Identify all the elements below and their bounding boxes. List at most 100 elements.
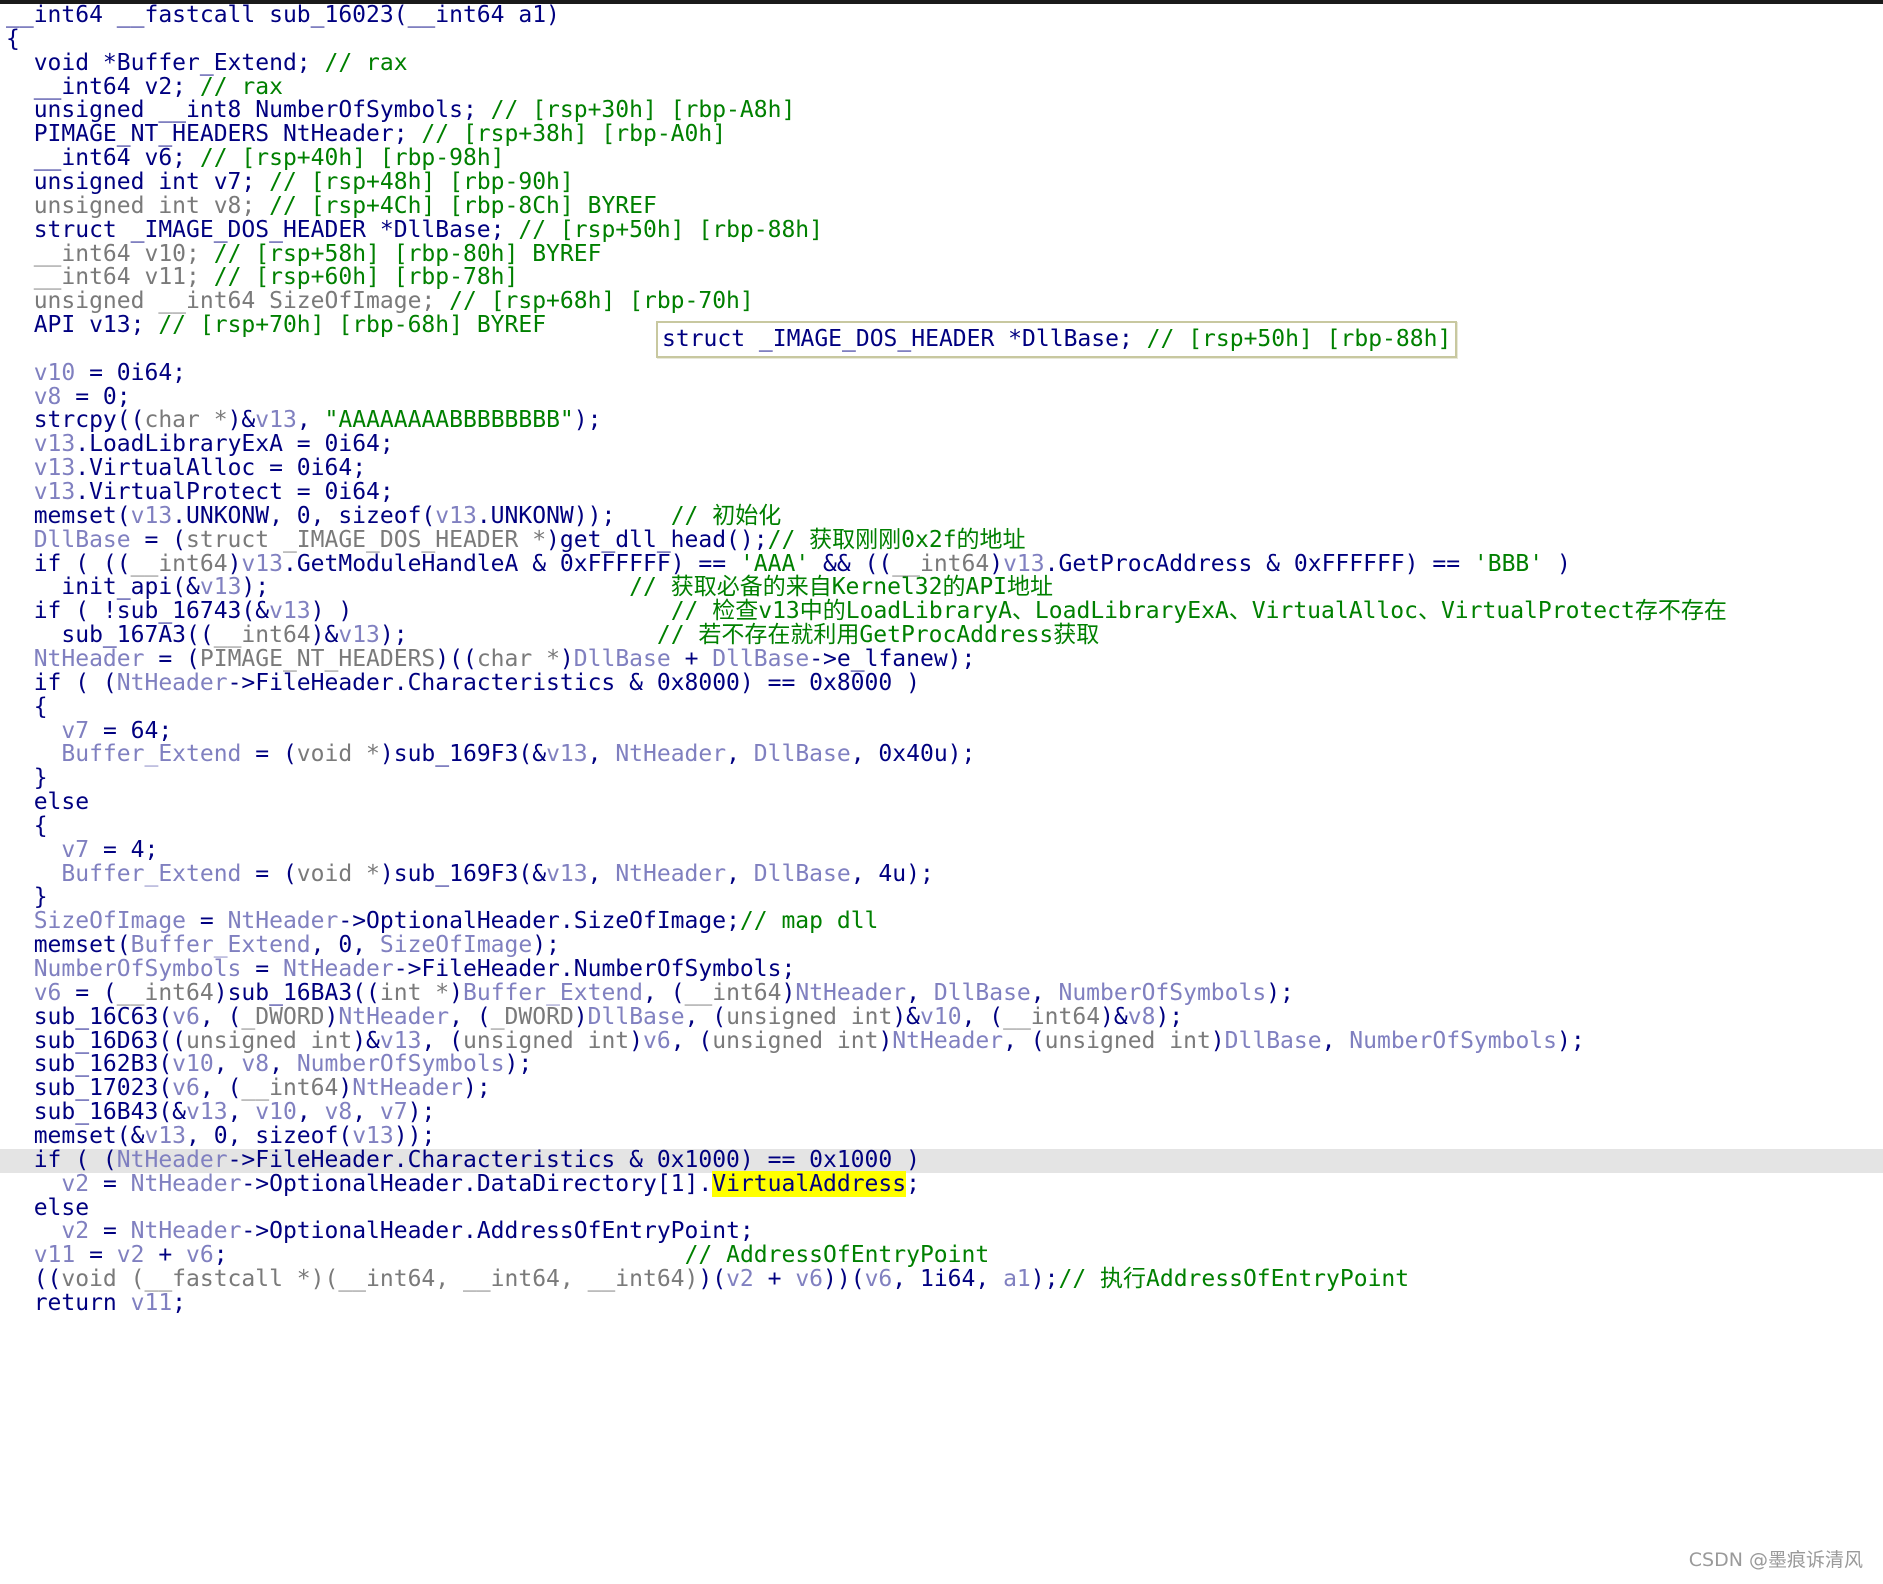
code-token[interactable]: unsigned int xyxy=(726,1004,892,1030)
code-token[interactable]: v8 xyxy=(241,1051,269,1077)
code-token[interactable]: if ( !sub_16743(& xyxy=(6,598,269,624)
code-token[interactable]: NtHeader xyxy=(615,861,726,887)
code-token[interactable]: = 64; xyxy=(89,718,172,744)
code-line[interactable]: } xyxy=(0,886,1883,910)
code-token[interactable]: SizeOfImage xyxy=(380,932,532,958)
code-token[interactable]: a1 xyxy=(1003,1266,1031,1292)
code-line[interactable]: init_api(&v13); // 获取必备的来自Kernel32的API地址 xyxy=(0,574,1883,600)
code-token[interactable]: DllBase xyxy=(1225,1028,1322,1054)
code-token[interactable]: unsigned __int8 NumberOfSymbols; xyxy=(6,97,491,123)
code-token[interactable]: __int64 xyxy=(131,551,228,577)
code-line[interactable]: Buffer_Extend = (void *)sub_169F3(&v13 , … xyxy=(0,861,1883,887)
code-token[interactable]: v6 xyxy=(172,1004,200,1030)
code-token[interactable]: = 4; xyxy=(89,837,158,863)
code-token[interactable]: v13 xyxy=(380,1028,422,1054)
code-token[interactable]: , xyxy=(726,741,754,767)
code-token[interactable]: // rax xyxy=(200,74,283,100)
code-line[interactable]: v7 = 64; xyxy=(0,718,1883,744)
code-token[interactable]: , ( xyxy=(449,1004,491,1030)
code-token[interactable]: NumberOfSymbols xyxy=(6,956,242,982)
code-token[interactable]: __int64 xyxy=(685,980,782,1006)
code-token[interactable]: ); xyxy=(241,574,629,600)
code-token[interactable]: PIMAGE_NT_HEADERS NtHeader; xyxy=(6,121,421,147)
code-token[interactable]: , ( xyxy=(421,1028,463,1054)
code-token[interactable]: = xyxy=(89,1171,131,1197)
code-token[interactable]: )& xyxy=(311,622,339,648)
code-token[interactable]: // AddressOfEntryPoint xyxy=(685,1242,990,1268)
code-token[interactable]: )& xyxy=(1100,1004,1128,1030)
code-token[interactable]: , xyxy=(1322,1028,1350,1054)
code-token[interactable]: unsigned int v8; xyxy=(6,193,269,219)
code-token[interactable]: , 0x40u); xyxy=(851,741,976,767)
code-line[interactable]: ((void (__fastcall *)(__int64, __int64, … xyxy=(0,1266,1883,1292)
code-token[interactable]: unsigned int xyxy=(1045,1028,1211,1054)
code-token[interactable]: // 检查v13中的LoadLibraryA、LoadLibraryExA、Vi… xyxy=(671,598,1727,624)
code-token[interactable]: v7 xyxy=(6,837,89,863)
code-token[interactable]: ); xyxy=(408,1099,436,1125)
code-token[interactable]: NtHeader xyxy=(131,1171,242,1197)
code-token[interactable]: DllBase xyxy=(6,527,131,553)
code-token[interactable]: v8 xyxy=(6,384,62,410)
code-token[interactable]: , xyxy=(214,1051,242,1077)
code-token[interactable]: v2 xyxy=(6,1171,89,1197)
code-token[interactable]: v10 xyxy=(172,1051,214,1077)
code-token[interactable]: DllBase xyxy=(934,980,1031,1006)
code-token[interactable]: , xyxy=(297,407,325,433)
code-token[interactable]: , ( xyxy=(685,1004,727,1030)
code-token[interactable]: unsigned int xyxy=(712,1028,878,1054)
code-token[interactable]: DllBase xyxy=(588,1004,685,1030)
code-token[interactable]: , xyxy=(352,1099,380,1125)
code-line[interactable]: sub_167A3((__int64)&v13); // 若不存在就利用GetP… xyxy=(0,622,1883,648)
code-token[interactable]: v2 xyxy=(117,1242,145,1268)
code-token[interactable]: , xyxy=(1031,980,1059,1006)
code-token[interactable]: NtHeader xyxy=(892,1028,1003,1054)
code-token[interactable]: VirtualAddress xyxy=(712,1170,907,1197)
code-token[interactable]: ) xyxy=(449,980,463,1006)
code-token[interactable]: , xyxy=(269,1051,297,1077)
code-token[interactable]: Buffer_Extend xyxy=(463,980,643,1006)
code-token[interactable]: v2 xyxy=(726,1266,754,1292)
code-token[interactable]: NtHeader xyxy=(117,670,228,696)
code-token[interactable]: 'BBB' xyxy=(1474,551,1543,577)
code-token[interactable]: , ( xyxy=(643,980,685,1006)
code-token[interactable]: NtHeader xyxy=(283,956,394,982)
code-token[interactable]: sub_16C63( xyxy=(6,1004,172,1030)
code-line[interactable]: unsigned int v8; // [rsp+4Ch] [rbp-8Ch] … xyxy=(0,193,1883,219)
code-token[interactable]: ->OptionalHeader.DataDirectory[1]. xyxy=(241,1171,712,1197)
code-line[interactable]: memset(&v13, 0, sizeof(v13)); xyxy=(0,1124,1883,1149)
code-line[interactable]: sub_16B43(&v13, v10, v8, v7); xyxy=(0,1099,1883,1125)
code-token[interactable]: // [rsp+4Ch] [rbp-8Ch] BYREF xyxy=(269,193,657,219)
code-token[interactable]: ); xyxy=(532,932,560,958)
code-token[interactable]: init_api(& xyxy=(6,574,200,600)
code-token[interactable]: sub_17023( xyxy=(6,1075,172,1101)
code-token[interactable]: v13 xyxy=(546,861,588,887)
code-token[interactable]: )get_dll_head(); xyxy=(546,527,768,553)
code-token[interactable]: __int64 xyxy=(214,622,311,648)
code-line[interactable]: __int64 v11; // [rsp+60h] [rbp-78h] xyxy=(0,265,1883,290)
code-line[interactable]: v13.VirtualAlloc = 0i64; xyxy=(0,456,1883,481)
code-token[interactable]: ) xyxy=(228,551,242,577)
code-token[interactable]: = ( xyxy=(144,646,200,672)
code-token[interactable]: .LoadLibraryExA = 0i64; xyxy=(75,431,394,457)
code-token[interactable]: unsigned int v7; xyxy=(6,169,269,195)
code-line[interactable]: v6 = (__int64)sub_16BA3((int *)Buffer_Ex… xyxy=(0,980,1883,1006)
code-line[interactable]: else xyxy=(0,1196,1883,1221)
code-token[interactable]: DllBase xyxy=(754,741,851,767)
code-token[interactable]: , 1i64, xyxy=(892,1266,1003,1292)
code-token[interactable]: PIMAGE_NT_HEADERS xyxy=(200,646,435,672)
code-token[interactable]: sub_167A3(( xyxy=(6,622,213,648)
code-token[interactable]: v10 xyxy=(920,1004,962,1030)
code-token[interactable]: && (( xyxy=(809,551,892,577)
code-token[interactable]: + xyxy=(145,1242,187,1268)
code-token[interactable]: __int64 v2; xyxy=(6,74,200,100)
code-token[interactable]: ; xyxy=(906,1171,920,1197)
code-token[interactable]: Buffer_Extend xyxy=(131,932,311,958)
code-line[interactable]: v13.LoadLibraryExA = 0i64; xyxy=(0,431,1883,457)
code-token[interactable]: // [rsp+68h] [rbp-70h] xyxy=(449,288,754,314)
code-line[interactable]: sub_16C63(v6, (_DWORD)NtHeader, (_DWORD)… xyxy=(0,1004,1883,1030)
code-line[interactable]: void *Buffer_Extend; // rax xyxy=(0,51,1883,76)
code-token[interactable]: // 若不存在就利用GetProcAddress获取 xyxy=(657,622,1099,648)
code-line[interactable]: unsigned __int8 NumberOfSymbols; // [rsp… xyxy=(0,97,1883,123)
code-token[interactable]: .VirtualProtect = 0i64; xyxy=(75,479,394,505)
code-line[interactable]: v13.VirtualProtect = 0i64; xyxy=(0,479,1883,505)
